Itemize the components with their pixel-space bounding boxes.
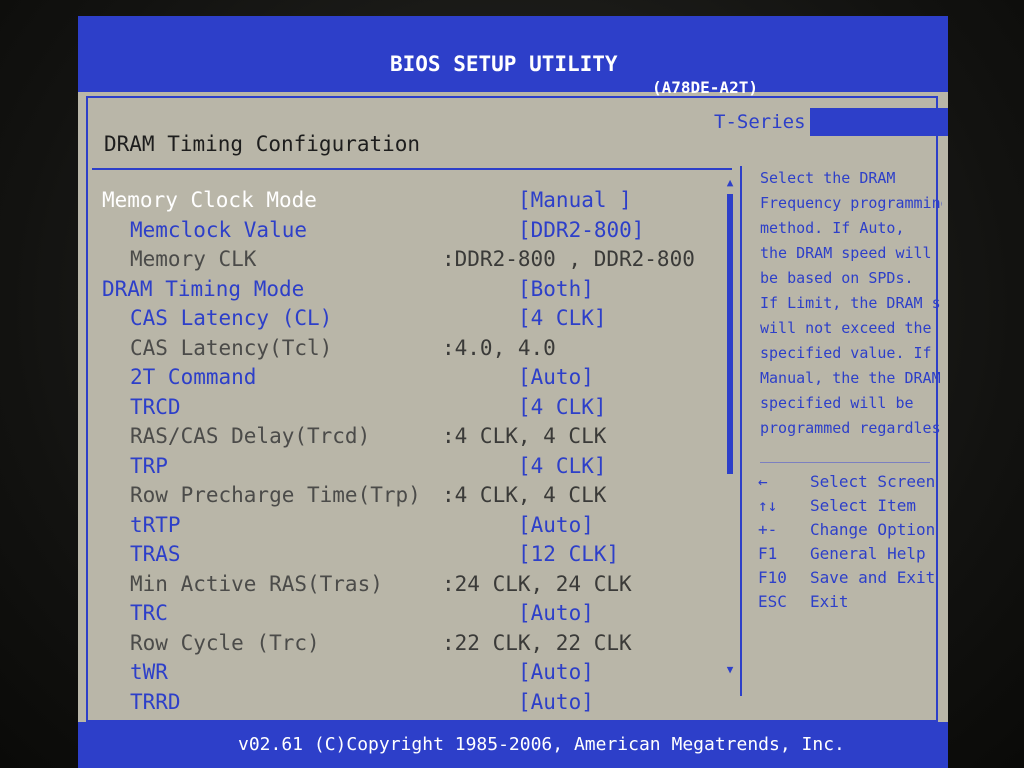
bios-screen: BIOS SETUP UTILITY (A78DE-A2T) T-Series … [78,16,948,768]
setting-value[interactable]: [4 CLK] [518,393,607,421]
help-text-line: method. If Auto, [760,219,905,237]
scroll-up-arrow-icon[interactable]: ▲ [724,176,736,189]
setting-label[interactable]: TRP [130,452,168,480]
setting-readout: :4 CLK, 4 CLK [442,483,607,507]
help-text-line: Frequency programming [760,194,942,212]
setting-label[interactable]: TRRD [130,688,181,716]
setting-value[interactable]: [Auto] [518,658,594,686]
setting-value[interactable]: [12 CLK] [518,540,619,568]
plus-minus-icon: +- [758,520,778,539]
setting-label[interactable]: DRAM Timing Mode [102,275,304,303]
help-text-line: Manual, the the DRAM s [760,369,942,387]
scroll-thumb[interactable] [727,194,733,474]
setting-readout: :DDR2-800 , DDR2-800 [442,247,695,271]
page-title: DRAM Timing Configuration [104,132,421,156]
setting-label: RAS/CAS Delay(Trcd) [130,424,371,448]
setting-value[interactable]: [Both] [518,275,594,303]
bios-title: BIOS SETUP UTILITY [390,52,618,76]
footer-bar: v02.61 (C)Copyright 1985-2006, American … [78,722,948,768]
setting-label[interactable]: TRCD [130,393,181,421]
key-description: Save and Exit [810,568,936,587]
panel-divider [740,166,742,696]
arrow-updown-icon: ↑↓ [758,496,778,515]
help-text-line: Select the DRAM [760,169,896,187]
key-description: Exit [810,592,849,611]
help-panel: Select the DRAM Frequency programming meth… [760,166,942,441]
key-description: Change Option [810,520,936,539]
setting-value[interactable]: [4 CLK] [518,304,607,332]
setting-label[interactable]: Memclock Value [130,216,307,244]
key-legend-row: F10 Save and Exit [758,566,938,590]
esc-key-icon: ESC [758,592,787,611]
title-bar: BIOS SETUP UTILITY (A78DE-A2T) [78,16,948,97]
setting-value[interactable]: [4 CLK] [518,452,607,480]
key-legend-row: ← Select Screen [758,470,938,494]
key-description: General Help [810,544,926,563]
setting-label[interactable]: Memory Clock Mode [102,186,317,214]
setting-value[interactable]: [Auto] [518,688,594,716]
help-text-line: be based on SPDs. [760,269,914,287]
board-model: (A78DE-A2T) [652,78,758,97]
setting-label[interactable]: tRTP [130,511,181,539]
setting-value[interactable]: [Auto] [518,511,594,539]
setting-readout: :4.0, 4.0 [442,336,556,360]
setting-label[interactable]: 2T Command [130,363,256,391]
setting-label: Min Active RAS(Tras) [130,572,383,596]
key-description: Select Item [810,496,916,515]
setting-label[interactable]: tWR [130,658,168,686]
title-divider [92,168,732,170]
setting-label[interactable]: CAS Latency (CL) [130,304,332,332]
key-legend-row: +- Change Option [758,518,938,542]
f10-key-icon: F10 [758,568,787,587]
setting-label: Memory CLK [130,247,257,271]
setting-readout: :4 CLK, 4 CLK [442,424,607,448]
setting-readout: :22 CLK, 22 CLK [442,631,632,655]
f1-key-icon: F1 [758,544,778,563]
setting-label[interactable]: TRC [130,599,168,627]
help-text-line: will not exceed the [760,319,932,337]
monitor-bezel: BIOS SETUP UTILITY (A78DE-A2T) T-Series … [0,0,1024,768]
setting-value[interactable]: [Auto] [518,363,594,391]
setting-label: CAS Latency(Tcl) [130,336,333,360]
scroll-down-arrow-icon[interactable]: ▼ [724,663,736,676]
setting-readout: :24 CLK, 24 CLK [442,572,632,596]
setting-label[interactable]: TRAS [130,540,181,568]
key-legend: ← Select Screen ↑↓ Select Item +- Change Opti… [758,470,938,614]
scrollbar[interactable]: ▲ ▼ [724,176,736,676]
help-divider [760,462,930,463]
help-text-line: programmed regardless [760,419,942,437]
key-legend-row: ESC Exit [758,590,938,614]
setting-label: Row Cycle (Trc) [130,631,320,655]
help-text-line: If Limit, the DRAM spe [760,294,942,312]
help-text-line: specified value. If [760,344,932,362]
setting-value[interactable]: [Auto] [518,599,594,627]
key-legend-row: F1 General Help [758,542,938,566]
copyright-text: v02.61 (C)Copyright 1985-2006, American … [238,734,845,755]
setting-value[interactable]: [DDR2-800] [518,216,644,244]
setting-value[interactable]: [Manual ] [518,186,632,214]
help-text-line: specified will be [760,394,914,412]
key-legend-row: ↑↓ Select Item [758,494,938,518]
setting-label: Row Precharge Time(Trp) [130,483,421,507]
arrow-left-icon: ← [758,472,768,491]
help-text-line: the DRAM speed will [760,244,932,262]
key-description: Select Screen [810,472,936,491]
